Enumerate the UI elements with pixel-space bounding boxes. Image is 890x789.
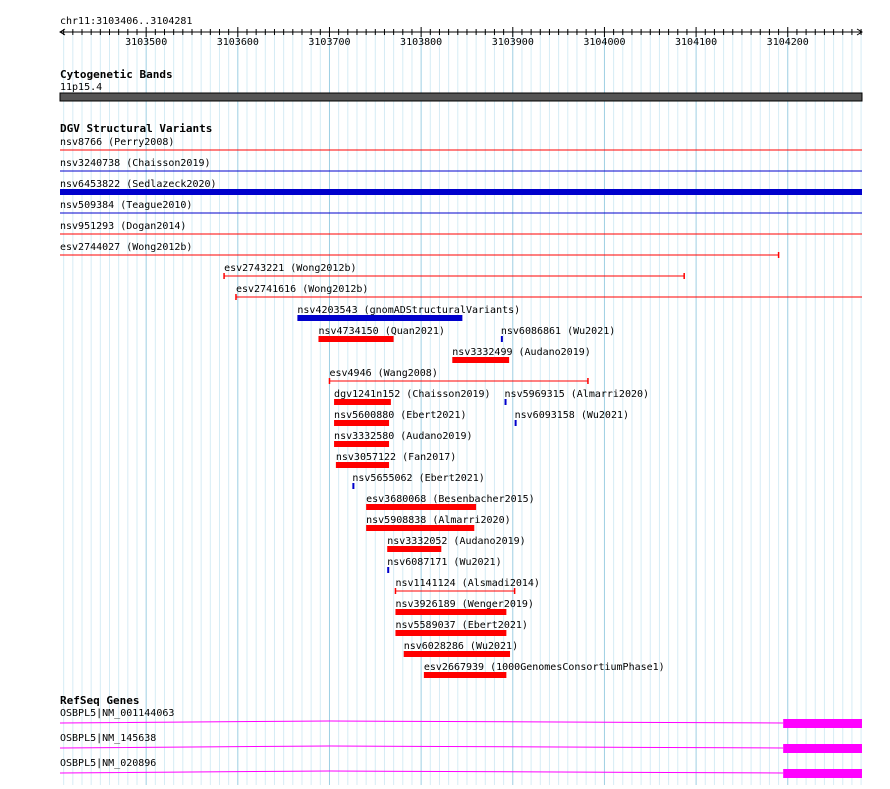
dgv-feature-label: nsv5589037 (Ebert2021): [395, 620, 527, 631]
dgv-feature-label: dgv1241n152 (Chaisson2019): [334, 389, 491, 400]
dgv-feature[interactable]: nsv4734150 (Quan2021): [318, 326, 445, 342]
dgv-feature-label: nsv5908838 (Almarri2020): [366, 515, 511, 526]
dgv-feature-bar[interactable]: [514, 420, 517, 426]
dgv-feature[interactable]: esv2744027 (Wong2012b): [60, 242, 780, 258]
cytoband-label: 11p15.4: [60, 82, 102, 93]
refseq-track-title: RefSeq Genes: [60, 694, 139, 707]
genome-browser-view: chr11:3103406..3104281 3103500 3103600 310…: [0, 0, 890, 785]
refseq-exon[interactable]: [783, 769, 862, 778]
dgv-feature-bar[interactable]: [334, 420, 390, 426]
dgv-feature-bar[interactable]: [500, 336, 503, 342]
dgv-feature-bar[interactable]: [366, 525, 475, 531]
genome-canvas: chr11:3103406..3104281 3103500 3103600 310…: [59, 16, 863, 785]
dgv-feature-label: esv2667939 (1000GenomesConsortiumPhase1): [424, 662, 665, 673]
ruler-tick-label: 3104200: [767, 37, 809, 48]
dgv-feature-label: esv4946 (Wang2008): [329, 368, 437, 379]
dgv-feature-label: nsv509384 (Teague2010): [60, 200, 192, 211]
cytoband-track-title: Cytogenetic Bands: [60, 68, 173, 81]
ruler-tick-label: 3103800: [400, 37, 442, 48]
dgv-feature-bar[interactable]: [452, 357, 510, 363]
dgv-track-title: DGV Structural Variants: [60, 122, 212, 135]
dgv-feature-label: nsv5655062 (Ebert2021): [352, 473, 484, 484]
dgv-feature-bar[interactable]: [318, 336, 394, 342]
dgv-feature[interactable]: nsv5908838 (Almarri2020): [366, 515, 511, 531]
cytoband-bar[interactable]: [59, 92, 863, 102]
dgv-feature-label: nsv3926189 (Wenger2019): [395, 599, 533, 610]
dgv-feature[interactable]: nsv3332052 (Audano2019): [387, 536, 526, 552]
dgv-feature[interactable]: esv2667939 (1000GenomesConsortiumPhase1): [423, 662, 665, 678]
ruler-tick-label: 3104000: [583, 37, 625, 48]
ruler-tick-label: 3103700: [308, 37, 350, 48]
dgv-feature-label: esv2744027 (Wong2012b): [60, 242, 192, 253]
dgv-feature-label: nsv3332052 (Audano2019): [387, 536, 525, 547]
dgv-feature-label: nsv6028286 (Wu2021): [404, 641, 518, 652]
dgv-feature-bar[interactable]: [403, 651, 511, 657]
dgv-feature[interactable]: nsv6093158 (Wu2021): [514, 410, 629, 426]
dgv-feature[interactable]: nsv6087171 (Wu2021): [387, 557, 502, 573]
dgv-feature-label: nsv6086861 (Wu2021): [501, 326, 615, 337]
dgv-feature-label: nsv951293 (Dogan2014): [60, 221, 186, 232]
dgv-feature-label: nsv6453822 (Sedlazeck2020): [60, 179, 217, 190]
dgv-feature[interactable]: nsv6086861 (Wu2021): [500, 326, 615, 342]
dgv-feature-label: nsv3332580 (Audano2019): [334, 431, 472, 442]
dgv-feature-bar[interactable]: [334, 441, 390, 447]
dgv-feature[interactable]: nsv3057122 (Fan2017): [335, 452, 456, 468]
ruler-tick-label: 3103500: [125, 37, 167, 48]
dgv-feature-label: esv3680068 (Besenbacher2015): [366, 494, 535, 505]
dgv-feature-label: esv2743221 (Wong2012b): [224, 263, 356, 274]
refseq-exon[interactable]: [783, 744, 862, 753]
ruler-tick-label: 3103600: [217, 37, 259, 48]
dgv-feature-label: nsv1141124 (Alsmadi2014): [395, 578, 540, 589]
dgv-feature-label: nsv4734150 (Quan2021): [318, 326, 444, 337]
dgv-feature-bar[interactable]: [395, 609, 507, 615]
dgv-feature[interactable]: nsv6028286 (Wu2021): [403, 641, 518, 657]
dgv-feature-label: nsv8766 (Perry2008): [60, 137, 174, 148]
dgv-feature[interactable]: esv3680068 (Besenbacher2015): [366, 494, 535, 510]
dgv-feature-bar[interactable]: [366, 504, 477, 510]
dgv-feature-bar[interactable]: [387, 546, 442, 552]
dgv-feature-bar[interactable]: [423, 672, 507, 678]
dgv-feature-label: nsv5969315 (Almarri2020): [505, 389, 649, 400]
dgv-feature-bar[interactable]: [387, 567, 390, 573]
refseq-exon[interactable]: [783, 719, 862, 728]
dgv-feature[interactable]: nsv1141124 (Alsmadi2014): [394, 578, 540, 594]
dgv-feature-label: nsv3057122 (Fan2017): [336, 452, 456, 463]
dgv-feature-bar[interactable]: [395, 630, 507, 636]
dgv-feature-label: nsv6093158 (Wu2021): [515, 410, 629, 421]
dgv-feature-bar[interactable]: [352, 483, 355, 489]
refseq-gene-label: OSBPL5|NM_001144063: [60, 708, 174, 719]
dgv-feature-bar[interactable]: [335, 462, 390, 468]
ruler-tick-label: 3103900: [492, 37, 534, 48]
dgv-feature-label: nsv5600880 (Ebert2021): [334, 410, 466, 421]
dgv-feature-label: esv2741616 (Wong2012b): [236, 284, 368, 295]
dgv-feature[interactable]: nsv4203543 (gnomADStructuralVariants): [297, 305, 520, 321]
dgv-feature-bar[interactable]: [504, 399, 507, 405]
dgv-feature-bar[interactable]: [334, 399, 391, 405]
dgv-feature-label: nsv6087171 (Wu2021): [387, 557, 501, 568]
dgv-feature-label: nsv3332499 (Audano2019): [452, 347, 590, 358]
dgv-feature[interactable]: nsv5589037 (Ebert2021): [395, 620, 528, 636]
dgv-feature-label: nsv3240738 (Chaisson2019): [60, 158, 211, 169]
dgv-feature-label: nsv4203543 (gnomADStructuralVariants): [297, 305, 520, 316]
dgv-feature[interactable]: nsv5600880 (Ebert2021): [334, 410, 467, 426]
dgv-feature-bar[interactable]: [60, 189, 862, 195]
refseq-gene-label: OSBPL5|NM_020896: [60, 758, 156, 769]
region-label: chr11:3103406..3104281: [60, 16, 192, 27]
ruler-tick-label: 3104100: [675, 37, 717, 48]
dgv-feature[interactable]: nsv5655062 (Ebert2021): [352, 473, 485, 489]
refseq-gene-label: OSBPL5|NM_145638: [60, 733, 156, 744]
dgv-feature-bar[interactable]: [297, 315, 463, 321]
